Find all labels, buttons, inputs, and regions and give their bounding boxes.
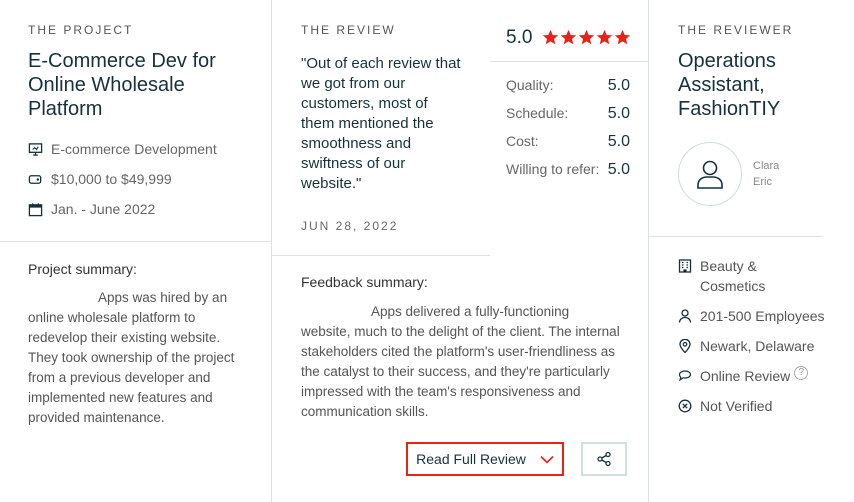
industry-text: Beauty & [700, 258, 757, 274]
read-full-review-button[interactable]: Read Full Review [406, 442, 564, 476]
star-icon [596, 29, 613, 45]
score-row-cost: Cost: 5.0 [506, 133, 630, 151]
feedback-summary-text: Apps delivered a fully-functioning websi… [301, 304, 620, 419]
score-row-schedule: Schedule: 5.0 [506, 105, 630, 123]
star-rating [542, 29, 632, 46]
review-date: JUN 28, 2022 [301, 219, 399, 233]
score-value: 5.0 [607, 105, 630, 122]
review-type-text: Online Review [700, 368, 791, 384]
chat-bubble-icon [678, 370, 692, 382]
industry-row: Beauty & Cosmetics [678, 256, 765, 296]
share-icon [597, 451, 611, 467]
score-row-refer: Willing to refer: 5.0 [506, 161, 630, 179]
score-label: Willing to refer: [506, 161, 600, 177]
employees-text: 201-500 Employees [700, 308, 825, 324]
location-text: Newark, Delaware [700, 338, 815, 354]
score-value: 5.0 [607, 133, 630, 150]
read-full-review-label: Read Full Review [416, 451, 526, 467]
review-type-row: Online Review ? [678, 366, 809, 386]
dates-row: Jan. - June 2022 [28, 201, 155, 217]
star-icon [560, 29, 577, 45]
score-value: 5.0 [607, 77, 630, 94]
dates-text: Jan. - June 2022 [51, 201, 156, 217]
feedback-summary-label: Feedback summary: [301, 274, 428, 290]
project-summary-label: Project summary: [28, 261, 137, 277]
reviewer-title: Operations Assistant, FashionTIY [678, 50, 781, 120]
help-icon[interactable]: ? [794, 366, 809, 380]
reviewer-eyebrow: THE REVIEWER [678, 23, 794, 37]
budget-text: $10,000 to $49,999 [51, 171, 172, 187]
service-row: E-commerce Development [28, 141, 217, 157]
calendar-icon [28, 202, 43, 216]
project-eyebrow: THE PROJECT [28, 23, 134, 37]
verification-text: Not Verified [700, 398, 773, 414]
star-icon [578, 29, 595, 45]
score-row-quality: Quality: 5.0 [506, 77, 630, 95]
project-title: E-Commerce Dev for Online Wholesale Plat… [28, 50, 216, 120]
score-value: 5.0 [607, 161, 630, 178]
review-quote: "Out of each review that we got from our… [301, 55, 461, 192]
score-label: Quality: [506, 77, 554, 93]
score-label: Schedule: [506, 105, 569, 121]
person-icon [678, 309, 692, 323]
score-label: Cost: [506, 133, 539, 149]
chevron-down-icon [540, 455, 554, 464]
star-icon [542, 29, 559, 45]
price-tag-icon [28, 174, 42, 184]
overall-rating: 5.0 [506, 27, 533, 48]
industry-text: Cosmetics [700, 278, 766, 294]
user-icon [697, 160, 723, 189]
location-row: Newark, Delaware [678, 336, 814, 356]
budget-row: $10,000 to $49,999 [28, 171, 172, 187]
share-button[interactable] [581, 442, 627, 476]
verification-row: Not Verified [678, 396, 772, 416]
service-text: E-commerce Development [51, 141, 217, 157]
review-eyebrow: THE REVIEW [301, 23, 396, 37]
building-icon [678, 259, 692, 273]
avatar [678, 142, 742, 206]
presentation-icon [28, 142, 43, 156]
reviewer-name: Clara Eric [753, 160, 780, 188]
employees-row: 201-500 Employees [678, 306, 825, 326]
star-icon [614, 29, 631, 45]
project-summary-text: Apps was hired by an online wholesale pl… [28, 290, 235, 425]
location-pin-icon [679, 339, 691, 353]
x-circle-icon [678, 399, 692, 413]
